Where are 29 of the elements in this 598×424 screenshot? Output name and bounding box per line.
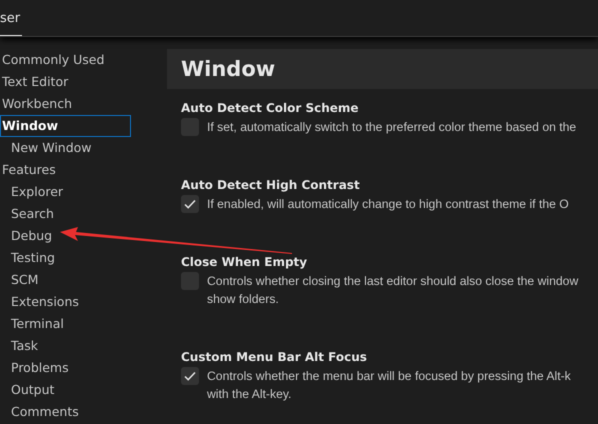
setting-description: If enabled, will automatically change to high contrast theme if the O [207,196,569,213]
tree-item[interactable]: Window [0,115,131,137]
setting-description: Controls whether closing the last editor should also close the window show folders. [207,273,578,308]
tree-item[interactable]: Text Editor [0,71,126,93]
setting-title: Close When Empty [181,255,308,269]
tree-item[interactable]: SCM [0,269,126,291]
settings-tab[interactable]: ser [0,11,22,36]
checkbox[interactable] [181,367,199,385]
tree-item[interactable]: Search [0,203,126,225]
setting-title: Custom Menu Bar Alt Focus [181,350,368,364]
tree-item[interactable]: New Window [0,137,126,159]
tree-item[interactable]: Extensions [0,291,126,313]
checkbox[interactable] [181,195,199,213]
tree-item[interactable]: Features [0,159,126,181]
tree-item[interactable]: Workbench [0,93,126,115]
tree-item[interactable]: Explorer [0,181,126,203]
tree-item[interactable]: Output [0,379,126,401]
setting-description: If set, automatically switch to the preferred color theme based on the [207,119,576,136]
tree-item[interactable]: Debug [0,225,126,247]
section-title: Window [181,57,276,81]
setting-title: Auto Detect High Contrast [181,178,361,192]
tree-item[interactable]: Terminal [0,313,126,335]
tree-item[interactable]: Comments [0,401,126,423]
tree-item[interactable]: Task [0,335,126,357]
tree-item[interactable]: Commonly Used [0,49,126,71]
setting-title: Auto Detect Color Scheme [181,101,360,115]
tree-item[interactable]: Problems [0,357,126,379]
setting-description: Controls whether the menu bar will be focused by pressing the Alt-k with the Alt-key. [207,368,571,403]
tree-item[interactable]: Testing [0,247,126,269]
